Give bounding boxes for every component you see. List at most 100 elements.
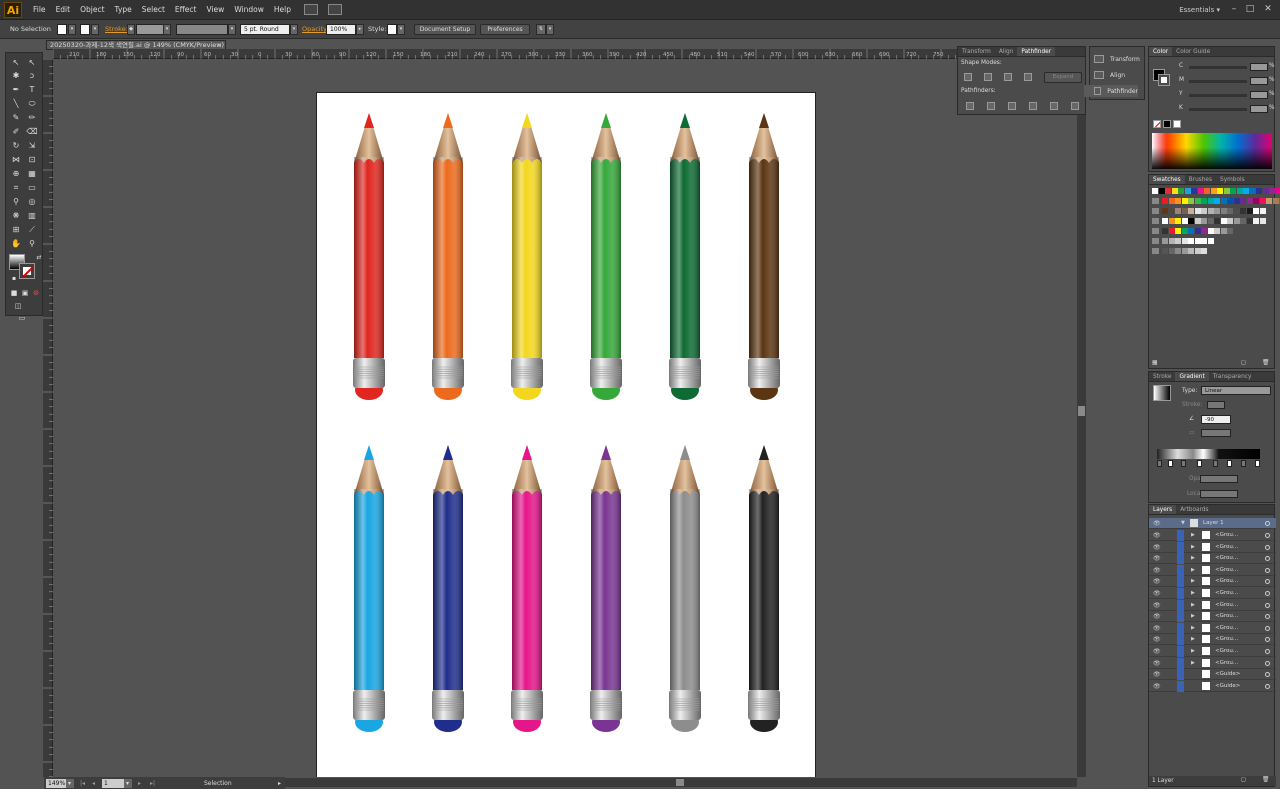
paintbrush-tool-icon[interactable]: ✎: [9, 112, 23, 124]
blend-tool-icon[interactable]: ◎: [25, 196, 39, 208]
swatch[interactable]: [1175, 228, 1181, 234]
pencil-artwork[interactable]: [317, 93, 817, 777]
channel-value-y[interactable]: [1250, 91, 1268, 99]
pencil-tool-icon[interactable]: ✏: [25, 112, 39, 124]
group-name[interactable]: <Grou...: [1215, 530, 1238, 541]
swatch[interactable]: [1217, 188, 1223, 194]
group-expand-icon[interactable]: ▶: [1191, 611, 1195, 622]
screen-mode-icon[interactable]: ▭: [15, 312, 29, 324]
blob-brush-tool-icon[interactable]: ✐: [9, 126, 23, 138]
swatch[interactable]: [1207, 198, 1214, 204]
swatch[interactable]: [1168, 228, 1175, 234]
profile-dropdown[interactable]: ▾: [228, 24, 236, 35]
group-name[interactable]: <Grou...: [1215, 600, 1238, 611]
gradient-stop[interactable]: [1213, 460, 1218, 467]
lasso-tool-icon[interactable]: ↄ: [25, 70, 39, 82]
swatch[interactable]: [1175, 198, 1181, 204]
type-tool-icon[interactable]: T: [25, 84, 39, 96]
pencil[interactable]: [590, 113, 622, 400]
menu-select[interactable]: Select: [137, 0, 170, 20]
pencil[interactable]: [511, 113, 543, 400]
swatch[interactable]: [1233, 218, 1240, 224]
swatch[interactable]: [1175, 238, 1181, 244]
swatch[interactable]: [1201, 218, 1207, 224]
swatch[interactable]: [1171, 188, 1178, 194]
menu-object[interactable]: Object: [75, 0, 109, 20]
group-name[interactable]: <Grou...: [1215, 634, 1238, 645]
swatch[interactable]: [1220, 228, 1227, 234]
horizontal-scroll-thumb[interactable]: [676, 779, 684, 786]
next-artboard-button[interactable]: ▸: [136, 779, 144, 788]
swatch[interactable]: [1168, 218, 1175, 224]
pencil[interactable]: [353, 445, 385, 732]
swatch[interactable]: [1201, 208, 1207, 214]
swatch-group-folder-icon[interactable]: [1152, 238, 1159, 244]
swatch-group-folder-icon[interactable]: [1152, 248, 1159, 254]
swatch[interactable]: [1207, 228, 1214, 234]
status-menu-arrow[interactable]: ▸: [276, 779, 284, 788]
workspace-switcher[interactable]: Essentials ▾: [1179, 0, 1220, 20]
group-target-icon[interactable]: [1265, 556, 1270, 562]
channel-value-k[interactable]: [1250, 105, 1268, 113]
opacity-dropdown[interactable]: ▸: [356, 24, 364, 35]
swatch[interactable]: [1175, 208, 1181, 214]
visibility-eye-icon[interactable]: 👁: [1153, 669, 1161, 680]
channel-slider-k[interactable]: [1189, 108, 1247, 111]
swatch[interactable]: [1168, 198, 1175, 204]
visibility-eye-icon[interactable]: 👁: [1153, 542, 1161, 553]
fill-swatch[interactable]: [57, 24, 67, 35]
swatch[interactable]: [1178, 188, 1184, 194]
swatch[interactable]: [1240, 198, 1246, 204]
layer-row[interactable]: 👁 ▶ <Grou...: [1149, 553, 1276, 565]
swatch[interactable]: [1194, 208, 1201, 214]
merge-icon[interactable]: [1008, 102, 1016, 110]
visibility-eye-icon[interactable]: 👁: [1153, 565, 1161, 576]
group-name[interactable]: <Grou...: [1215, 553, 1238, 564]
swatch[interactable]: [1259, 208, 1266, 214]
swatch[interactable]: [1162, 198, 1168, 204]
swatch[interactable]: [1210, 188, 1217, 194]
expand-button[interactable]: Expand: [1044, 72, 1082, 83]
menu-view[interactable]: View: [202, 0, 230, 20]
pencil[interactable]: [432, 445, 464, 732]
gradient-stop[interactable]: [1197, 460, 1202, 467]
swatch[interactable]: [1214, 198, 1220, 204]
swatch[interactable]: [1253, 198, 1259, 204]
swatch[interactable]: [1158, 188, 1165, 194]
trim-icon[interactable]: [987, 102, 995, 110]
group-name[interactable]: <Grou...: [1215, 565, 1238, 576]
layer-row[interactable]: 👁 ▶ <Grou...: [1149, 564, 1276, 576]
group-target-icon[interactable]: [1265, 672, 1270, 678]
swatch[interactable]: [1168, 238, 1175, 244]
default-colors-icon[interactable]: ▪: [7, 273, 21, 285]
visibility-eye-icon[interactable]: 👁: [1153, 553, 1161, 564]
swatch[interactable]: [1181, 208, 1188, 214]
swatch[interactable]: [1201, 248, 1207, 254]
swatch[interactable]: [1162, 248, 1168, 254]
group-target-icon[interactable]: [1265, 683, 1270, 689]
layer-row-main[interactable]: 👁 ▼ Layer 1: [1149, 518, 1276, 529]
layer-row[interactable]: 👁 ▶ <Grou...: [1149, 634, 1276, 646]
swatch[interactable]: [1262, 188, 1269, 194]
swatch[interactable]: [1246, 218, 1253, 224]
visibility-eye-icon[interactable]: 👁: [1153, 646, 1161, 657]
white-swatch[interactable]: [1173, 120, 1181, 128]
swatch-group-folder-icon[interactable]: [1152, 218, 1159, 224]
ellipse-tool-icon[interactable]: ⬭: [25, 98, 39, 110]
swatch[interactable]: [1272, 198, 1279, 204]
minus-back-icon[interactable]: [1071, 102, 1079, 110]
color-stroke-icon[interactable]: [1158, 74, 1170, 86]
menu-type[interactable]: Type: [110, 0, 137, 20]
swatch[interactable]: [1253, 208, 1259, 214]
swatch[interactable]: [1162, 218, 1168, 224]
layer-row[interactable]: 👁 ▶ <Grou...: [1149, 530, 1276, 541]
visibility-eye-icon[interactable]: 👁: [1153, 588, 1161, 599]
group-expand-icon[interactable]: ▶: [1191, 623, 1195, 634]
width-tool-icon[interactable]: ⋈: [9, 154, 23, 166]
group-target-icon[interactable]: [1265, 602, 1270, 608]
pencil[interactable]: [748, 445, 780, 732]
swatch[interactable]: [1243, 188, 1249, 194]
swatch[interactable]: [1246, 198, 1253, 204]
tab-transparency[interactable]: Transparency: [1209, 372, 1256, 381]
pencil[interactable]: [669, 445, 701, 732]
